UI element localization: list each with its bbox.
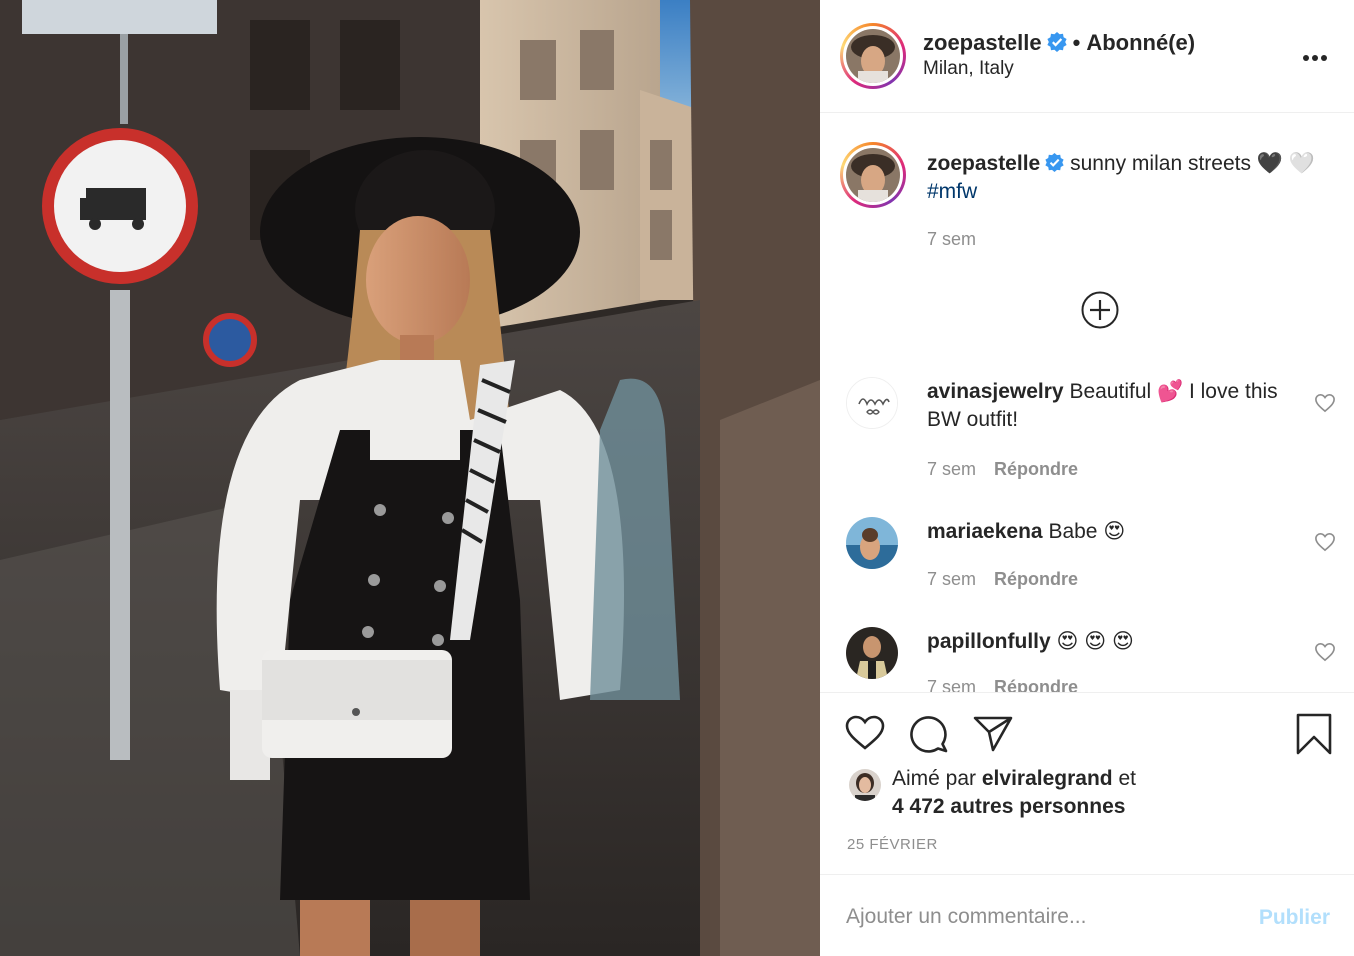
caption-time[interactable]: 7 sem [927,229,976,249]
likes-summary: Aimé par elviralegrand et 4 472 autres p… [892,765,1136,821]
likes-connector: et [1118,767,1136,790]
post-photo[interactable] [0,0,820,956]
share-icon[interactable] [973,715,1013,758]
comment-meta: 7 sem Répondre [927,459,1078,480]
liker-username[interactable]: elviralegrand [982,767,1113,790]
post-date[interactable]: 25 FÉVRIER [847,836,938,853]
header-title-row: zoepastelle • Abonné(e) [923,30,1195,56]
comment-input[interactable] [846,897,1226,937]
post-location[interactable]: Milan, Italy [923,58,1014,80]
verified-badge-icon [1045,153,1064,172]
reply-button[interactable]: Répondre [994,677,1078,692]
author-username[interactable]: zoepastelle [923,30,1042,55]
author-avatar-image [846,29,900,83]
avinas-logo-avatar [847,378,897,428]
caption-text: sunny milan streets 🖤 [1070,152,1283,175]
separator-dot: • [1072,30,1081,55]
more-options-icon[interactable] [1302,50,1328,62]
bookmark-icon[interactable] [1296,713,1332,760]
comment: avinasjewelry Beautiful 💕 I love this BW… [927,378,1287,434]
comment-time[interactable]: 7 sem [927,459,976,479]
reply-button[interactable]: Répondre [994,569,1078,589]
add-comment-bar: Publier [820,874,1354,956]
caption-avatar-image [846,148,900,202]
street-photo-illustration [0,0,820,956]
liker-avatar[interactable] [849,769,881,801]
heart-icon[interactable] [845,715,885,756]
comment: mariaekena Babe 😍 [927,518,1287,546]
comment-time[interactable]: 7 sem [927,569,976,589]
verified-badge-icon [1047,32,1067,52]
like-comment-heart-icon[interactable] [1314,393,1336,418]
comment-username[interactable]: papillonfully [927,630,1051,653]
caption-hashtag-link[interactable]: #mfw [927,180,977,203]
caption: zoepastelle sunny milan streets 🖤 🤍 #mfw [927,150,1327,206]
load-more-icon[interactable] [1081,291,1119,334]
comment-icon[interactable] [909,715,949,758]
comment-avatar[interactable] [846,627,898,679]
comment-text: Babe 😍 [1048,520,1126,543]
papillonfully-avatar-image [846,627,898,679]
comments-list[interactable]: zoepastelle sunny milan streets 🖤 🤍 #mfw… [820,113,1354,692]
caption-emoji: 🤍 [1288,152,1315,175]
comment: papillonfully 😍 😍 😍 [927,628,1287,656]
comment-username[interactable]: mariaekena [927,520,1043,543]
post-actions: Aimé par elviralegrand et 4 472 autres p… [820,692,1354,956]
liker-avatar-image [849,769,881,801]
like-comment-heart-icon[interactable] [1314,642,1336,667]
caption-username[interactable]: zoepastelle [927,152,1040,175]
publish-button[interactable]: Publier [1259,906,1330,930]
post-detail-panel: zoepastelle • Abonné(e) Milan, Italy zoepa… [820,0,1354,956]
comment-meta: 7 sem Répondre [927,677,1078,692]
author-avatar[interactable] [840,23,906,89]
post-header: zoepastelle • Abonné(e) Milan, Italy [820,0,1354,113]
caption-author-avatar[interactable] [840,142,906,208]
comment-username[interactable]: avinasjewelry [927,380,1064,403]
comment-text: 😍 😍 😍 [1056,630,1134,653]
comment-avatar[interactable] [846,517,898,569]
mariaekena-avatar-image [846,517,898,569]
likes-prefix: Aimé par [892,767,977,790]
comment-meta: 7 sem Répondre [927,569,1078,590]
reply-button[interactable]: Répondre [994,459,1078,479]
caption-meta: 7 sem [927,229,976,250]
likes-count-link[interactable]: 4 472 autres personnes [892,795,1125,818]
comment-avatar[interactable] [846,377,898,429]
comment-time[interactable]: 7 sem [927,677,976,692]
follow-status-button[interactable]: Abonné(e) [1086,30,1195,55]
like-comment-heart-icon[interactable] [1314,532,1336,557]
